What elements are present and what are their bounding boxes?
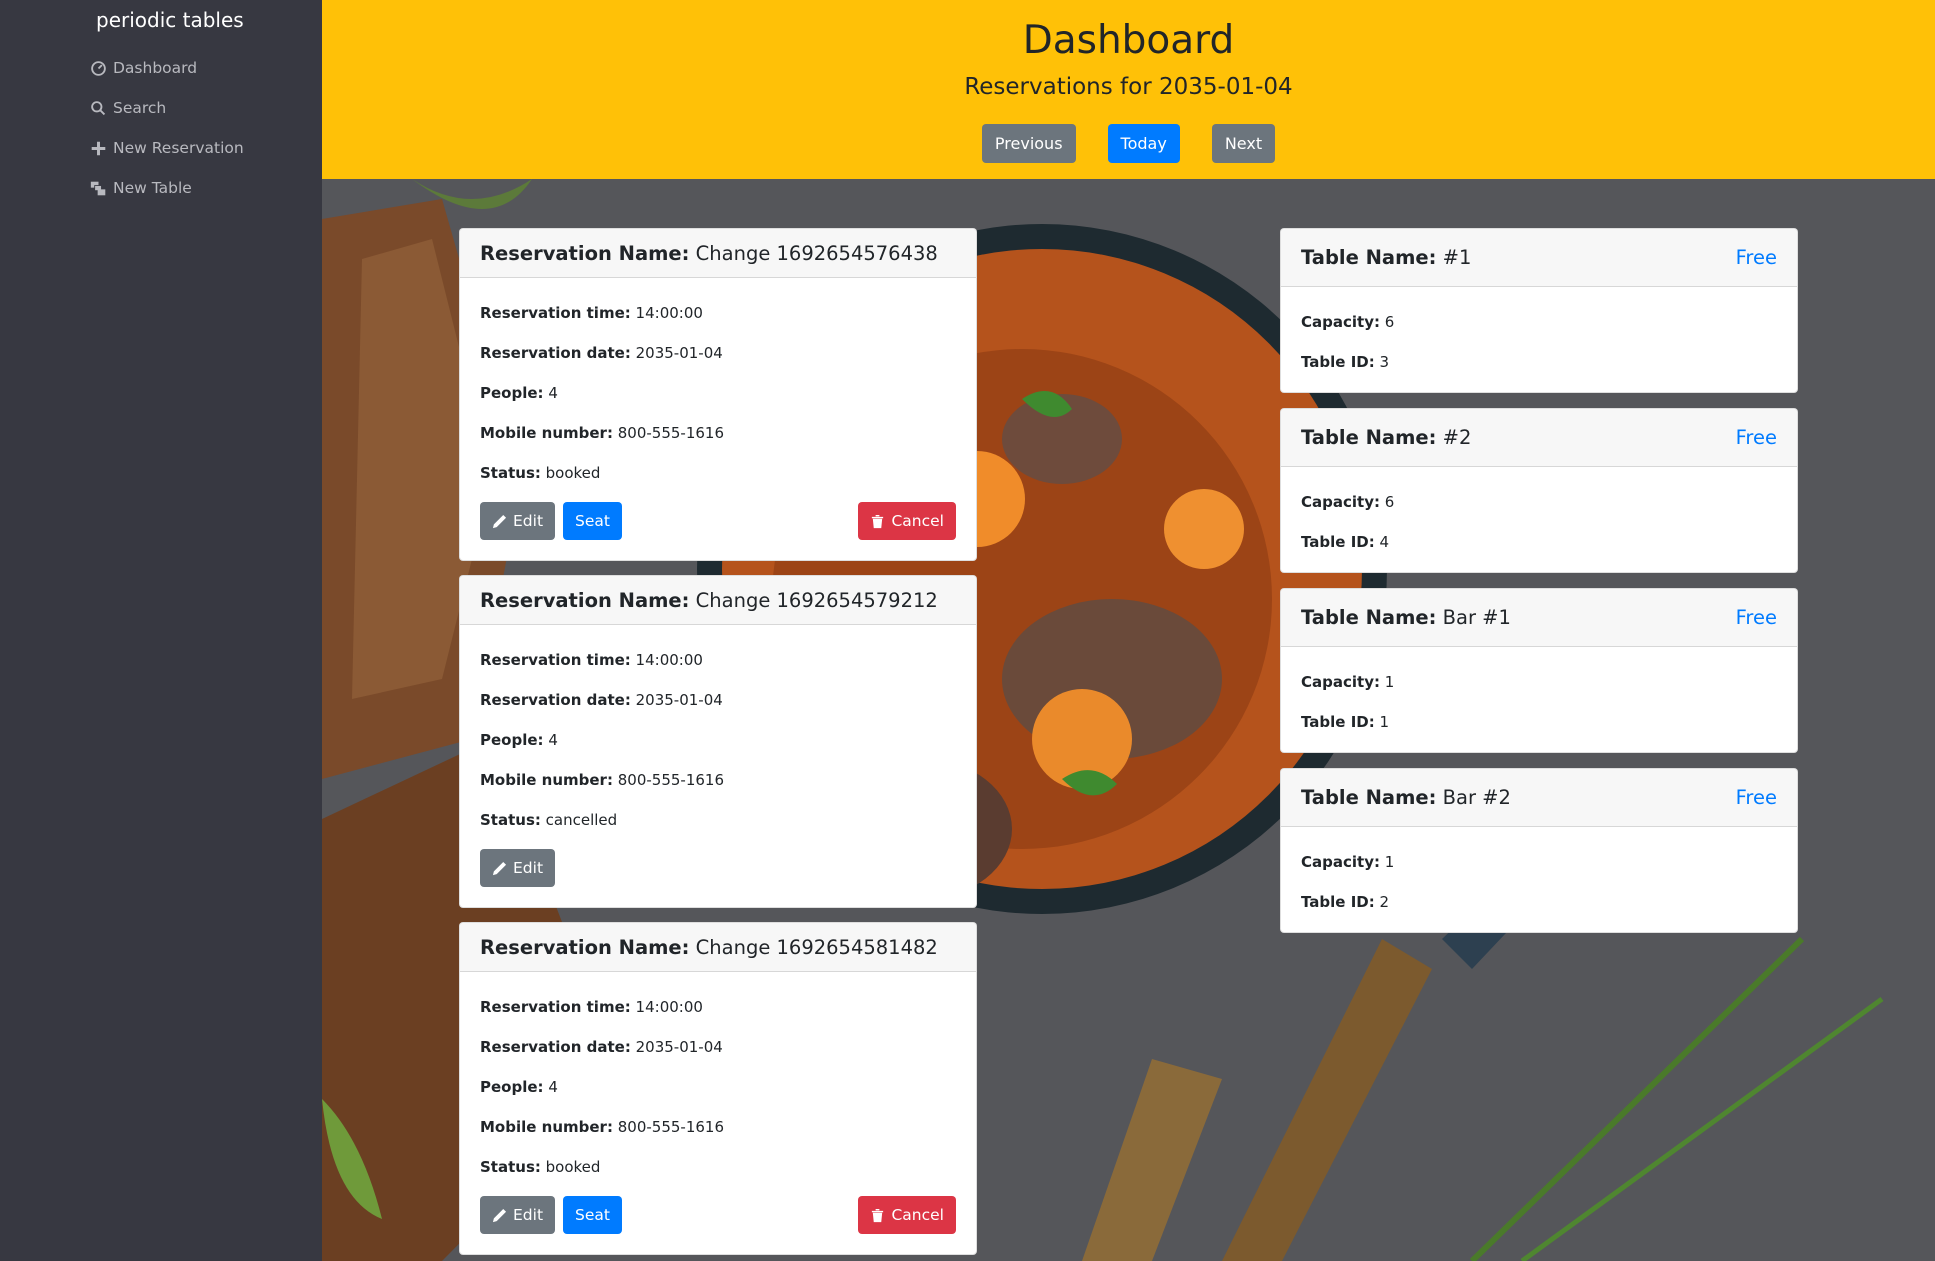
reservation-card: Reservation Name: Change 1692654576438 R…	[459, 228, 977, 561]
reservation-status: Status: booked	[480, 464, 601, 482]
edit-button[interactable]: Edit	[480, 849, 556, 887]
sidebar-item-search[interactable]: Search	[90, 88, 244, 128]
sidebar-nav: Dashboard Search New Reservation New Tab…	[90, 48, 244, 208]
reservation-people: People: 4	[480, 1078, 558, 1096]
table-card-body: Capacity: 1 Table ID: 1	[1281, 647, 1797, 742]
reservation-actions: Edit	[480, 849, 956, 887]
table-name: Table Name: #2	[1301, 426, 1472, 449]
table-card-header: Table Name: Bar #1 Free	[1281, 589, 1797, 647]
table-capacity: Capacity: 6	[1301, 493, 1395, 511]
reservation-name: Reservation Name: Change 1692654576438	[480, 241, 938, 265]
reservation-mobile: Mobile number: 800-555-1616	[480, 1118, 724, 1136]
table-card: Table Name: #2 Free Capacity: 6 Table ID…	[1280, 408, 1798, 573]
sidebar-item-label: Dashboard	[113, 59, 198, 77]
table-id: Table ID: 1	[1301, 713, 1390, 731]
table-card-body: Capacity: 6 Table ID: 4	[1281, 467, 1797, 562]
reservation-card-body: Reservation time: 14:00:00 Reservation d…	[460, 625, 976, 840]
brand-title[interactable]: periodic tables	[96, 8, 244, 32]
table-capacity: Capacity: 6	[1301, 313, 1395, 331]
seat-button[interactable]: Seat	[563, 1196, 622, 1234]
previous-button[interactable]: Previous	[981, 124, 1076, 163]
table-id: Table ID: 4	[1301, 533, 1390, 551]
reservation-time: Reservation time: 14:00:00	[480, 651, 703, 669]
table-status: Free	[1735, 786, 1777, 809]
reservation-people: People: 4	[480, 384, 558, 402]
next-button[interactable]: Next	[1211, 124, 1276, 163]
sidebar-item-new-table[interactable]: New Table	[90, 168, 244, 208]
reservation-card-body: Reservation time: 14:00:00 Reservation d…	[460, 972, 976, 1187]
table-id: Table ID: 2	[1301, 893, 1390, 911]
reservation-card-header: Reservation Name: Change 1692654581482	[460, 923, 976, 972]
table-status: Free	[1735, 606, 1777, 629]
reservation-time: Reservation time: 14:00:00	[480, 304, 703, 322]
reservation-card-header: Reservation Name: Change 1692654579212	[460, 576, 976, 625]
today-button[interactable]: Today	[1107, 124, 1180, 163]
sidebar-item-label: Search	[113, 99, 167, 117]
table-status: Free	[1735, 246, 1777, 269]
table-capacity: Capacity: 1	[1301, 673, 1395, 691]
table-card-header: Table Name: #1 Free	[1281, 229, 1797, 287]
layers-icon	[90, 178, 110, 198]
table-capacity: Capacity: 1	[1301, 853, 1395, 871]
cancel-button[interactable]: Cancel	[858, 1196, 956, 1234]
reservation-card-body: Reservation time: 14:00:00 Reservation d…	[460, 278, 976, 493]
search-icon	[90, 98, 110, 118]
reservation-date: Reservation date: 2035-01-04	[480, 1038, 723, 1056]
dashboard-header: Dashboard Reservations for 2035-01-04 Pr…	[322, 0, 1935, 179]
reservation-people: People: 4	[480, 731, 558, 749]
pencil-icon	[492, 861, 507, 875]
reservation-status: Status: booked	[480, 1158, 601, 1176]
page-title: Dashboard	[1022, 18, 1235, 63]
edit-button[interactable]: Edit	[480, 502, 556, 540]
page-subtitle: Reservations for 2035-01-04	[964, 74, 1293, 100]
edit-button[interactable]: Edit	[480, 1196, 556, 1234]
reservation-mobile: Mobile number: 800-555-1616	[480, 424, 724, 442]
sidebar: periodic tables Dashboard Search New Res…	[0, 0, 322, 1261]
pencil-icon	[492, 1208, 507, 1222]
trash-icon	[872, 1208, 884, 1222]
table-card: Table Name: Bar #2 Free Capacity: 1 Tabl…	[1280, 768, 1798, 933]
reservation-name: Reservation Name: Change 1692654579212	[480, 588, 938, 612]
reservation-card: Reservation Name: Change 1692654581482 R…	[459, 922, 977, 1255]
table-card-body: Capacity: 1 Table ID: 2	[1281, 827, 1797, 922]
plus-icon	[90, 138, 110, 158]
reservation-time: Reservation time: 14:00:00	[480, 998, 703, 1016]
date-navigation: Previous Today Next	[322, 124, 1935, 163]
reservation-mobile: Mobile number: 800-555-1616	[480, 771, 724, 789]
reservation-date: Reservation date: 2035-01-04	[480, 344, 723, 362]
table-name: Table Name: Bar #1	[1301, 606, 1511, 629]
table-id: Table ID: 3	[1301, 353, 1390, 371]
table-name: Table Name: #1	[1301, 246, 1472, 269]
dashboard-icon	[90, 58, 110, 78]
trash-icon	[872, 514, 884, 528]
sidebar-item-label: New Table	[113, 179, 192, 197]
reservation-status: Status: cancelled	[480, 811, 618, 829]
sidebar-item-label: New Reservation	[113, 139, 244, 157]
sidebar-item-dashboard[interactable]: Dashboard	[90, 48, 244, 88]
reservation-card: Reservation Name: Change 1692654579212 R…	[459, 575, 977, 908]
seat-button[interactable]: Seat	[563, 502, 622, 540]
pencil-icon	[492, 514, 507, 528]
reservation-actions: Edit Seat Cancel	[480, 502, 956, 540]
table-card: Table Name: Bar #1 Free Capacity: 1 Tabl…	[1280, 588, 1798, 753]
table-name: Table Name: Bar #2	[1301, 786, 1511, 809]
table-card: Table Name: #1 Free Capacity: 6 Table ID…	[1280, 228, 1798, 393]
table-card-header: Table Name: #2 Free	[1281, 409, 1797, 467]
reservation-actions: Edit Seat Cancel	[480, 1196, 956, 1234]
reservation-name: Reservation Name: Change 1692654581482	[480, 935, 938, 959]
reservation-date: Reservation date: 2035-01-04	[480, 691, 723, 709]
table-card-header: Table Name: Bar #2 Free	[1281, 769, 1797, 827]
cancel-button[interactable]: Cancel	[858, 502, 956, 540]
table-status: Free	[1735, 426, 1777, 449]
sidebar-item-new-reservation[interactable]: New Reservation	[90, 128, 244, 168]
reservation-card-header: Reservation Name: Change 1692654576438	[460, 229, 976, 278]
table-card-body: Capacity: 6 Table ID: 3	[1281, 287, 1797, 382]
